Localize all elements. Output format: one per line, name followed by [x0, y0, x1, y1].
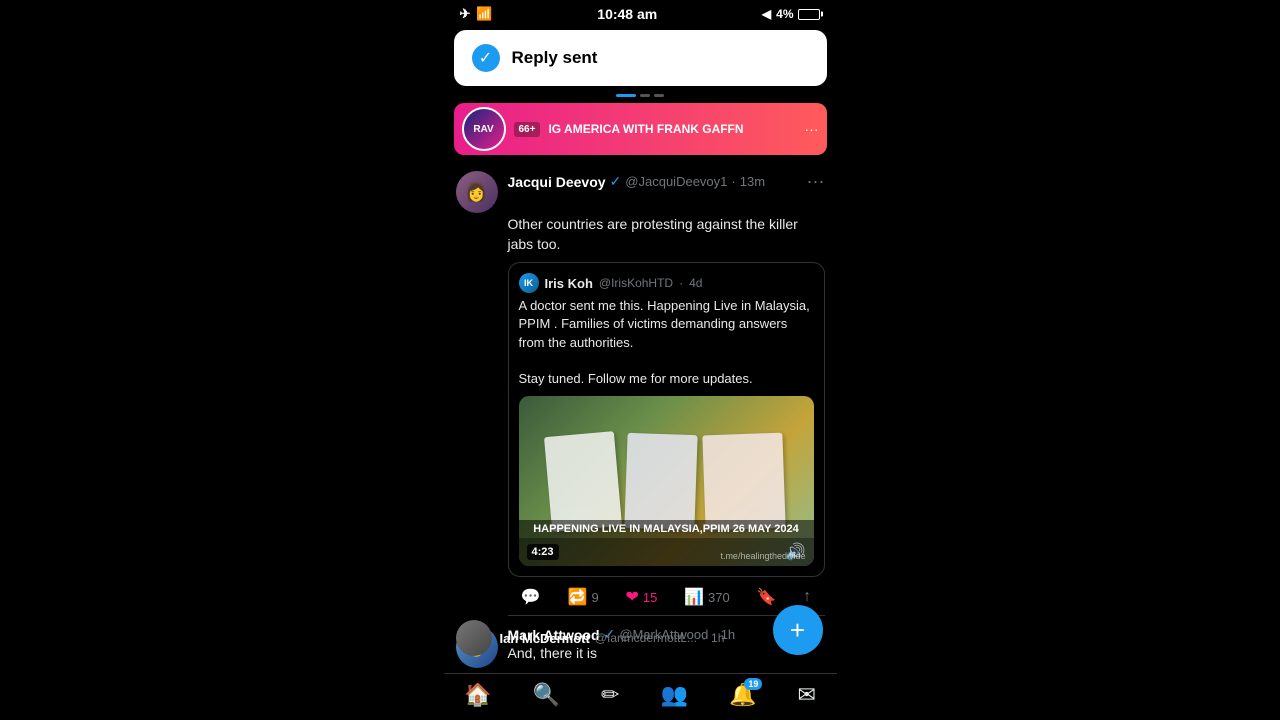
battery-icon — [798, 9, 820, 20]
footer-separator: · — [702, 631, 706, 645]
bookmark-button[interactable]: 🔖 — [756, 587, 776, 607]
reply-button[interactable]: 💬 — [521, 587, 541, 607]
progress-indicator — [444, 92, 837, 101]
live-channel-avatar: RAV — [462, 107, 506, 151]
video-duration: 4:23 — [527, 544, 559, 560]
like-button[interactable]: ❤ 15 — [625, 587, 657, 607]
retweet-button[interactable]: 🔁 9 — [568, 587, 599, 607]
tweet-separator: · — [731, 174, 735, 189]
progress-dot-2 — [654, 94, 664, 97]
video-watermark: t.me/healingthedivide — [720, 551, 805, 561]
footer-handle: @IanmcdermottL... — [595, 631, 697, 645]
views-count: 370 — [708, 590, 730, 605]
avatar-jacqui[interactable]: 👩 — [456, 171, 498, 213]
footer-meta: Ian McDermott @IanmcdermottL... · 1h — [500, 631, 725, 646]
views-button[interactable]: 📊 370 — [684, 587, 730, 607]
live-channel-name: IG AMERICA WITH FRANK GAFFN — [548, 122, 796, 136]
footer-author-name: Ian McDermott — [500, 631, 590, 646]
compose-button[interactable]: + — [773, 605, 823, 655]
tweet-author-name[interactable]: Jacqui Deevoy — [508, 174, 606, 190]
retweet-count: 9 — [591, 590, 598, 605]
verified-badge: ✓ — [610, 173, 622, 190]
tweet-time: 13m — [740, 174, 765, 189]
live-banner[interactable]: RAV 66+ IG AMERICA WITH FRANK GAFFN ··· — [454, 103, 827, 155]
board-3 — [702, 432, 785, 530]
nav-notifications-icon[interactable]: 🔔 19 — [729, 682, 756, 708]
qt-dot: · — [679, 276, 683, 290]
tweet-handle[interactable]: @JacquiDeevoy1 — [625, 174, 727, 189]
phone-frame: ✈ 📶 10:48 am ◀ 4% ✓ Reply sent RAV 66+ I… — [444, 0, 837, 720]
share-button[interactable]: ↑ — [803, 587, 811, 607]
status-time: 10:48 am — [597, 6, 657, 22]
heart-icon: ❤ — [625, 587, 638, 607]
qt-avatar: IK — [519, 273, 539, 293]
board-2 — [624, 432, 697, 529]
tweet-header: 👩 Jacqui Deevoy ✓ @JacquiDeevoy1 · 13m ·… — [456, 171, 825, 213]
battery-percent: 4% — [776, 7, 793, 21]
live-viewer-count: 66+ — [514, 122, 541, 137]
nav-people-icon[interactable]: 👥 — [661, 682, 688, 708]
share-icon: ↑ — [803, 588, 811, 606]
checkmark-icon: ✓ — [472, 44, 500, 72]
toast-message: Reply sent — [512, 48, 598, 68]
tweet-text: Other countries are protesting against t… — [508, 215, 825, 254]
board-1 — [544, 431, 622, 532]
avatar-ian — [456, 620, 492, 656]
qt-header: IK Iris Koh @IrisKohHTD · 4d — [519, 273, 814, 293]
tweet-body: Other countries are protesting against t… — [508, 215, 825, 616]
nav-write-icon[interactable]: ✏ — [601, 682, 619, 708]
qt-author-name: Iris Koh — [545, 276, 593, 291]
tweet-more-icon[interactable]: ··· — [807, 171, 825, 192]
reply-icon: 💬 — [521, 587, 541, 607]
like-count: 15 — [643, 590, 657, 605]
progress-dot-1 — [640, 94, 650, 97]
wifi-icon: 📶 — [476, 6, 492, 22]
nav-mail-icon[interactable]: ✉ — [797, 682, 815, 708]
status-icons: ✈ 📶 — [460, 6, 493, 22]
quote-tweet[interactable]: IK Iris Koh @IrisKohHTD · 4d A doctor se… — [508, 262, 825, 577]
location-icon: ◀ — [762, 7, 771, 21]
footer-tweet-preview[interactable]: Ian McDermott @IanmcdermottL... · 1h — [444, 614, 777, 662]
progress-dot-active — [616, 94, 636, 97]
tweet-jacqui: 👩 Jacqui Deevoy ✓ @JacquiDeevoy1 · 13m ·… — [444, 161, 837, 616]
views-icon: 📊 — [684, 587, 704, 607]
tweet-meta: Jacqui Deevoy ✓ @JacquiDeevoy1 · 13m ··· — [508, 171, 825, 192]
status-right: ◀ 4% — [762, 7, 821, 21]
video-overlay-text: HAPPENING LIVE IN MALAYSIA,PPIM 26 MAY 2… — [519, 520, 814, 538]
live-more-icon[interactable]: ··· — [805, 121, 819, 137]
nav-search-icon[interactable]: 🔍 — [533, 682, 560, 708]
bottom-navigation: 🏠 🔍 ✏ 👥 🔔 19 ✉ — [444, 673, 837, 720]
notification-badge: 19 — [744, 678, 762, 690]
retweet-icon: 🔁 — [568, 587, 588, 607]
bookmark-icon: 🔖 — [756, 587, 776, 607]
qt-author-handle: @IrisKohHTD — [599, 276, 673, 290]
compose-icon: + — [790, 615, 805, 646]
video-thumbnail[interactable]: HAPPENING LIVE IN MALAYSIA,PPIM 26 MAY 2… — [519, 396, 814, 566]
status-bar: ✈ 📶 10:48 am ◀ 4% — [444, 0, 837, 26]
reply-sent-toast: ✓ Reply sent — [454, 30, 827, 86]
nav-home-icon[interactable]: 🏠 — [464, 682, 491, 708]
qt-text: A doctor sent me this. Happening Live in… — [519, 297, 814, 388]
footer-time: 1h — [711, 631, 724, 645]
qt-time: 4d — [689, 276, 702, 290]
airplane-icon: ✈ — [460, 6, 471, 22]
tweet-actions: 💬 🔁 9 ❤ 15 📊 370 🔖 ↑ — [508, 577, 825, 616]
